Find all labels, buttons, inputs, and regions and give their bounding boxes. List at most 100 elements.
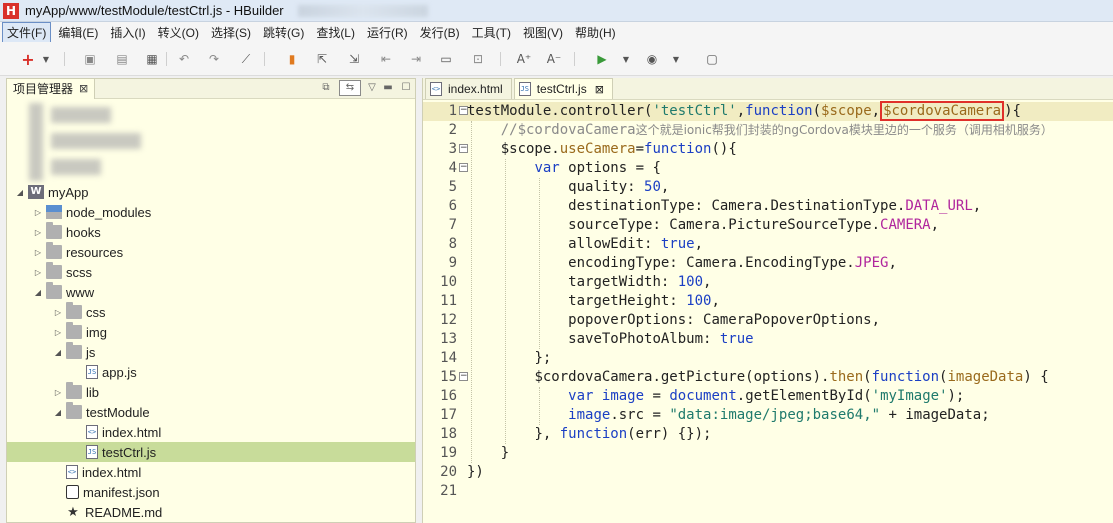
save-all-icon[interactable]: ▤ — [114, 51, 130, 67]
menu-item[interactable]: 跳转(G) — [258, 22, 309, 43]
code-line[interactable]: 12 popoverOptions: CameraPopoverOptions, — [423, 311, 1113, 330]
format-icon[interactable]: ⟋ — [238, 51, 254, 67]
tree-item[interactable]: <> index.html — [7, 462, 141, 482]
tab-project-manager[interactable]: 项目管理器 ⊠ — [7, 78, 96, 99]
collapsed-arrow-icon[interactable]: ▷ — [53, 308, 63, 317]
collapsed-arrow-icon[interactable]: ▷ — [53, 328, 63, 337]
menu-item[interactable]: 选择(S) — [206, 22, 256, 43]
run-icon[interactable]: ▶ — [594, 51, 610, 67]
expanded-arrow-icon[interactable]: ◢ — [53, 348, 63, 357]
toolbar-separator — [500, 52, 501, 66]
tree-item[interactable]: ◢ www — [7, 282, 94, 302]
collapse-all-icon[interactable]: ⧉ — [319, 81, 333, 95]
tree-item[interactable]: <> index.html — [7, 422, 161, 442]
code-line[interactable]: 15− $cordovaCamera.getPicture(options).th… — [423, 368, 1113, 387]
tree-item[interactable]: manifest.json — [7, 482, 160, 502]
font-increase-icon[interactable]: A⁺ — [516, 51, 532, 67]
code-line[interactable]: 9 encodingType: Camera.EncodingType.JPEG, — [423, 254, 1113, 273]
menu-item[interactable]: 查找(L) — [311, 22, 360, 43]
indent-left-icon[interactable]: ⇤ — [378, 51, 394, 67]
tree-item[interactable]: ◢ WmyApp — [7, 182, 89, 202]
code-line[interactable]: 20}) — [423, 463, 1113, 482]
close-icon[interactable]: ⊠ — [79, 82, 88, 95]
menu-item[interactable]: 工具(T) — [467, 22, 516, 43]
close-all-icon[interactable]: ⊡ — [470, 51, 486, 67]
code-line[interactable]: 7 sourceType: Camera.PictureSourceType.CA… — [423, 216, 1113, 235]
run-dropdown-icon[interactable]: ▼ — [618, 51, 634, 67]
code-line[interactable]: 16 var image = document.getElementById('m… — [423, 387, 1113, 406]
menu-item[interactable]: 编辑(E) — [53, 22, 103, 43]
code-line[interactable]: 18}, function(err) {}); — [423, 425, 1113, 444]
tree-item[interactable]: ▷ lib — [7, 382, 99, 402]
code-line[interactable]: 8 allowEdit: true, — [423, 235, 1113, 254]
collapsed-arrow-icon[interactable]: ▷ — [33, 228, 43, 237]
menu-item[interactable]: 转义(O) — [153, 22, 204, 43]
new-dropdown-icon[interactable]: ▼ — [38, 51, 54, 67]
tree-item[interactable]: ▷ css — [7, 302, 106, 322]
tab-index-html[interactable]: <> index.html — [425, 78, 512, 99]
tree-item[interactable]: JS testCtrl.js — [7, 442, 415, 462]
bookmark-icon[interactable]: ▮ — [284, 51, 300, 67]
code-line[interactable]: 1− testModule.controller('testCtrl',funct… — [423, 101, 1113, 121]
tree-item[interactable]: ◢ js — [7, 342, 95, 362]
maximize-icon[interactable]: ☐ — [399, 81, 413, 95]
tree-item[interactable]: ★ README.md — [7, 502, 162, 522]
code-line[interactable]: 21 — [423, 482, 1113, 501]
view-menu-icon[interactable]: ▽ — [365, 81, 379, 95]
browser-icon[interactable]: ◉ — [644, 51, 660, 67]
tree-item[interactable]: ▷ scss — [7, 262, 92, 282]
new-icon[interactable]: + — [20, 50, 36, 69]
close-icon[interactable]: ⊠ — [595, 83, 604, 96]
code-line[interactable]: 11 targetHeight: 100, — [423, 292, 1113, 311]
code-line[interactable]: 6 destinationType: Camera.DestinationType… — [423, 197, 1113, 216]
fold-toggle-icon[interactable]: − — [459, 372, 468, 381]
indent-right-icon[interactable]: ⇥ — [408, 51, 424, 67]
toolbar-separator — [166, 52, 167, 66]
print-icon[interactable]: ▦ — [144, 51, 160, 67]
menu-item[interactable]: 发行(B) — [415, 22, 465, 43]
menu-item[interactable]: 运行(R) — [362, 22, 413, 43]
redo-icon[interactable]: ↷ — [206, 51, 222, 67]
collapsed-arrow-icon[interactable]: ▷ — [33, 268, 43, 277]
code-line[interactable]: 4− var options = { — [423, 159, 1113, 178]
menu-item[interactable]: 插入(I) — [105, 22, 150, 43]
fold-toggle-icon[interactable]: − — [459, 144, 468, 153]
expanded-arrow-icon[interactable]: ◢ — [53, 408, 63, 417]
fold-toggle-icon[interactable]: − — [459, 163, 468, 172]
browser-dropdown-icon[interactable]: ▼ — [668, 51, 684, 67]
export-icon[interactable]: ⇱ — [314, 51, 330, 67]
code-line[interactable]: 3− $scope.useCamera=function(){ — [423, 140, 1113, 159]
menu-item[interactable]: 文件(F) — [2, 21, 52, 43]
menu-item[interactable]: 帮助(H) — [570, 22, 621, 43]
link-editor-icon[interactable]: ⇆ — [339, 80, 361, 96]
tree-item[interactable]: JS app.js — [7, 362, 137, 382]
console-icon[interactable]: ▢ — [704, 51, 720, 67]
tree-item[interactable]: ▷ node_modules — [7, 202, 151, 222]
code-line[interactable]: 14}; — [423, 349, 1113, 368]
undo-icon[interactable]: ↶ — [176, 51, 192, 67]
code-line[interactable]: 17 image.src = "data:image/jpeg;base64," … — [423, 406, 1113, 425]
expanded-arrow-icon[interactable]: ◢ — [33, 288, 43, 297]
expanded-arrow-icon[interactable]: ◢ — [15, 188, 25, 197]
collapsed-arrow-icon[interactable]: ▷ — [33, 248, 43, 257]
collapsed-arrow-icon[interactable]: ▷ — [33, 208, 43, 217]
tree-item[interactable]: ▷ hooks — [7, 222, 101, 242]
tree-item[interactable]: ▷ resources — [7, 242, 123, 262]
minimize-icon[interactable]: ▬ — [381, 81, 395, 95]
collapsed-arrow-icon[interactable]: ▷ — [53, 388, 63, 397]
code-text: quality: — [568, 179, 645, 195]
tree-item[interactable]: ▷ img — [7, 322, 107, 342]
code-line[interactable]: 2 //$cordovaCamera这个就是ionic帮我们封装的ngCordov… — [423, 121, 1113, 140]
menu-item[interactable]: 视图(V) — [518, 22, 568, 43]
code-line[interactable]: 10 targetWidth: 100, — [423, 273, 1113, 292]
preview-icon[interactable]: ▭ — [438, 51, 454, 67]
import-icon[interactable]: ⇲ — [346, 51, 362, 67]
tree-item[interactable]: ◢ testModule — [7, 402, 150, 422]
code-line[interactable]: 19} — [423, 444, 1113, 463]
code-line[interactable]: 5 quality: 50, — [423, 178, 1113, 197]
save-icon[interactable]: ▣ — [82, 51, 98, 67]
tab-testCtrl-js[interactable]: JS testCtrl.js ⊠ — [513, 78, 613, 99]
font-decrease-icon[interactable]: A⁻ — [546, 51, 562, 67]
code-area[interactable]: 1− testModule.controller('testCtrl',funct… — [423, 101, 1113, 523]
code-line[interactable]: 13 saveToPhotoAlbum: true — [423, 330, 1113, 349]
